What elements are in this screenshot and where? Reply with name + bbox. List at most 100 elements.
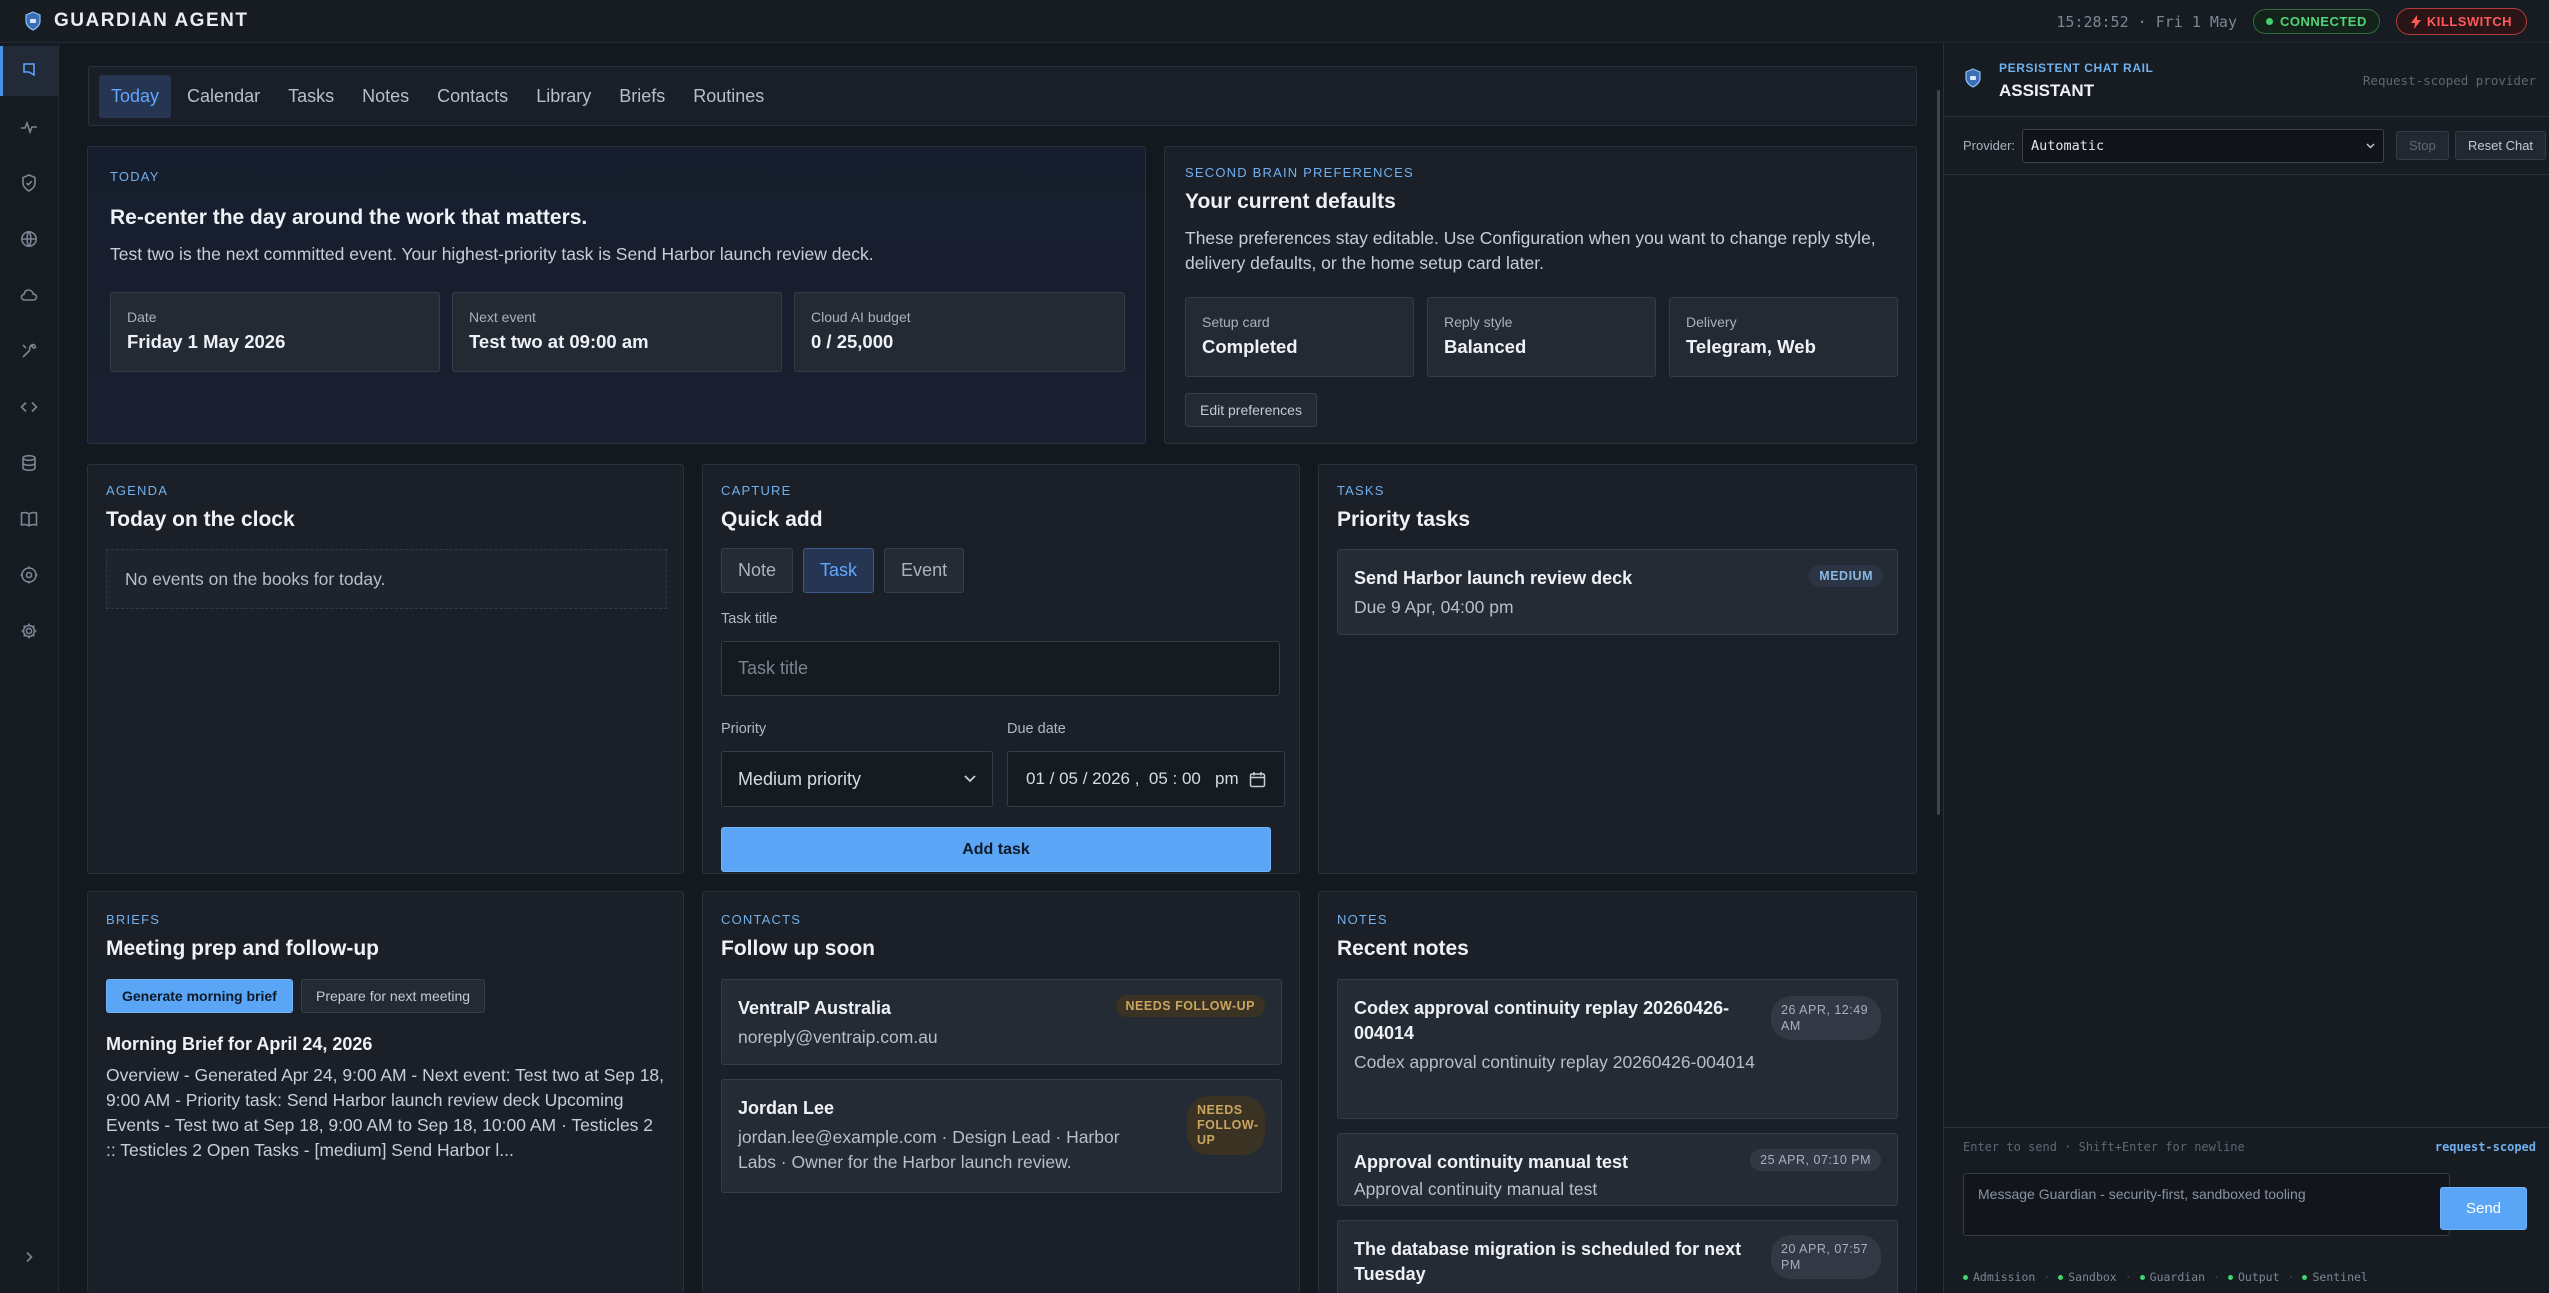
note-item[interactable]: Approval continuity manual test Approval… <box>1337 1133 1898 1206</box>
pref-reply-style: Reply style Balanced <box>1427 297 1656 377</box>
status-dot-icon <box>2227 1275 2233 1280</box>
tab-routines[interactable]: Routines <box>681 75 776 118</box>
brief-title: Morning Brief for April 24, 2026 <box>106 1034 373 1054</box>
provider-select[interactable]: Automatic <box>2022 129 2384 163</box>
due-date-input[interactable]: 01 / 05 / 2026 , 05 : 00 pm <box>1007 751 1285 807</box>
nav-database[interactable] <box>0 438 58 488</box>
send-button[interactable]: Send <box>2440 1187 2527 1230</box>
contacts-title: Follow up soon <box>721 937 875 960</box>
contact-item[interactable]: Jordan Lee jordan.lee@example.com · Desi… <box>721 1079 1282 1193</box>
contacts-card: CONTACTS Follow up soon VentraIP Austral… <box>702 891 1300 1293</box>
chevron-down-icon <box>964 775 976 783</box>
note-item[interactable]: The database migration is scheduled for … <box>1337 1220 1898 1293</box>
status-dot-icon <box>2139 1275 2145 1280</box>
status-output: Output <box>2227 1270 2280 1284</box>
main-content: Today Calendar Tasks Notes Contacts Libr… <box>60 44 1940 1293</box>
stat-cloud-budget: Cloud AI budget 0 / 25,000 <box>794 292 1125 372</box>
tab-today[interactable]: Today <box>99 74 172 118</box>
note-item[interactable]: Codex approval continuity replay 2026042… <box>1337 979 1898 1119</box>
edit-preferences-button[interactable]: Edit preferences <box>1185 393 1317 427</box>
message-input[interactable]: Message Guardian - security-first, sandb… <box>1963 1173 2450 1236</box>
pipeline-status-bar: Admission · Sandbox · Guardian · Output … <box>1963 1270 2368 1284</box>
contact-name: Jordan Lee <box>738 1098 835 1118</box>
killswitch-button[interactable]: KILLSWITCH <box>2395 8 2527 35</box>
nav-code[interactable] <box>0 382 58 432</box>
lightning-icon <box>2410 14 2421 29</box>
stat-value: Friday 1 May 2026 <box>127 331 286 352</box>
stat-label: Setup card <box>1202 314 1270 330</box>
main-scrollbar[interactable] <box>1937 90 1940 815</box>
tab-notes[interactable]: Notes <box>350 75 421 118</box>
nav-settings[interactable] <box>0 606 58 656</box>
status-dot-icon <box>2302 1275 2308 1280</box>
stat-label: Date <box>127 309 157 325</box>
nav-chat[interactable] <box>0 46 58 96</box>
code-icon <box>20 401 38 413</box>
mode-task-button[interactable]: Task <box>803 548 875 593</box>
capture-title: Quick add <box>721 508 823 531</box>
tab-briefs[interactable]: Briefs <box>607 75 677 118</box>
reset-chat-button[interactable]: Reset Chat <box>2455 131 2547 160</box>
nav-activity[interactable] <box>0 102 58 152</box>
generate-morning-brief-button[interactable]: Generate morning brief <box>106 979 293 1013</box>
agenda-empty-text: No events on the books for today. <box>125 568 386 589</box>
prepare-next-meeting-button[interactable]: Prepare for next meeting <box>301 979 486 1013</box>
tab-library[interactable]: Library <box>524 75 603 118</box>
separator: · <box>2213 1270 2220 1284</box>
status-dot-icon <box>1963 1275 1968 1280</box>
guardian-logo-icon <box>25 11 41 31</box>
stat-value: Completed <box>1202 336 1298 357</box>
add-task-button[interactable]: Add task <box>721 827 1271 872</box>
task-title-input[interactable]: Task title <box>721 641 1280 696</box>
mode-event-button[interactable]: Event <box>884 548 965 593</box>
provider-value: Automatic <box>2031 138 2105 154</box>
stat-label: Delivery <box>1686 314 1737 330</box>
preferences-eyebrow: SECOND BRAIN PREFERENCES <box>1185 165 1414 180</box>
tab-tasks[interactable]: Tasks <box>276 75 346 118</box>
briefs-card: BRIEFS Meeting prep and follow-up Genera… <box>87 891 684 1293</box>
note-title: The database migration is scheduled for … <box>1354 1239 1742 1284</box>
capture-mode-switch: Note Task Event <box>721 548 965 593</box>
expand-rail-button[interactable] <box>0 1232 58 1282</box>
note-date-badge: 26 APR, 12:49 AM <box>1771 996 1881 1040</box>
chat-title: ASSISTANT <box>1999 81 2095 100</box>
nav-tools[interactable] <box>0 326 58 376</box>
priority-select[interactable]: Medium priority <box>721 751 993 807</box>
app-title: GUARDIAN AGENT <box>54 10 249 31</box>
task-due: Due 9 Apr, 04:00 pm <box>1354 597 1514 617</box>
tab-calendar[interactable]: Calendar <box>175 75 272 118</box>
task-item[interactable]: Send Harbor launch review deck Due 9 Apr… <box>1337 549 1898 635</box>
database-icon <box>22 454 36 472</box>
mode-note-button[interactable]: Note <box>721 548 794 593</box>
stat-date: Date Friday 1 May 2026 <box>110 292 440 372</box>
note-body: Approval continuity manual test <box>1354 1179 1598 1199</box>
status-sentinel: Sentinel <box>2302 1270 2368 1284</box>
tab-contacts[interactable]: Contacts <box>425 75 520 118</box>
expand-icon <box>26 1251 33 1263</box>
globe-icon <box>21 231 37 247</box>
nav-network[interactable] <box>0 214 58 264</box>
nav-library[interactable] <box>0 494 58 544</box>
left-nav-rail <box>0 44 59 1293</box>
stop-button[interactable]: Stop <box>2396 131 2449 160</box>
contacts-eyebrow: CONTACTS <box>721 912 802 927</box>
composer-hint: Enter to send · Shift+Enter for newline <box>1963 1140 2245 1154</box>
separator: · <box>2124 1270 2132 1284</box>
contact-item[interactable]: VentraIP Australia noreply@ventraip.com.… <box>721 979 1282 1065</box>
note-date-badge: 20 APR, 07:57 PM <box>1771 1235 1881 1279</box>
tasks-title: Priority tasks <box>1337 508 1471 531</box>
gear-icon <box>21 623 37 639</box>
nav-targets[interactable] <box>0 550 58 600</box>
note-body: Codex approval continuity replay 2026042… <box>1354 1052 1755 1072</box>
chat-header: PERSISTENT CHAT RAIL ASSISTANT Request-s… <box>1944 44 2549 117</box>
preferences-title: Your current defaults <box>1185 190 1396 213</box>
chat-eyebrow: PERSISTENT CHAT RAIL <box>1999 61 2154 75</box>
nav-cloud[interactable] <box>0 270 58 320</box>
calendar-icon <box>1249 771 1265 787</box>
notes-eyebrow: NOTES <box>1337 912 1388 927</box>
stat-label: Cloud AI budget <box>811 309 911 325</box>
notes-title: Recent notes <box>1337 937 1469 960</box>
nav-security[interactable] <box>0 158 58 208</box>
shield-icon <box>22 174 36 192</box>
notes-card: NOTES Recent notes Codex approval contin… <box>1318 891 1917 1293</box>
